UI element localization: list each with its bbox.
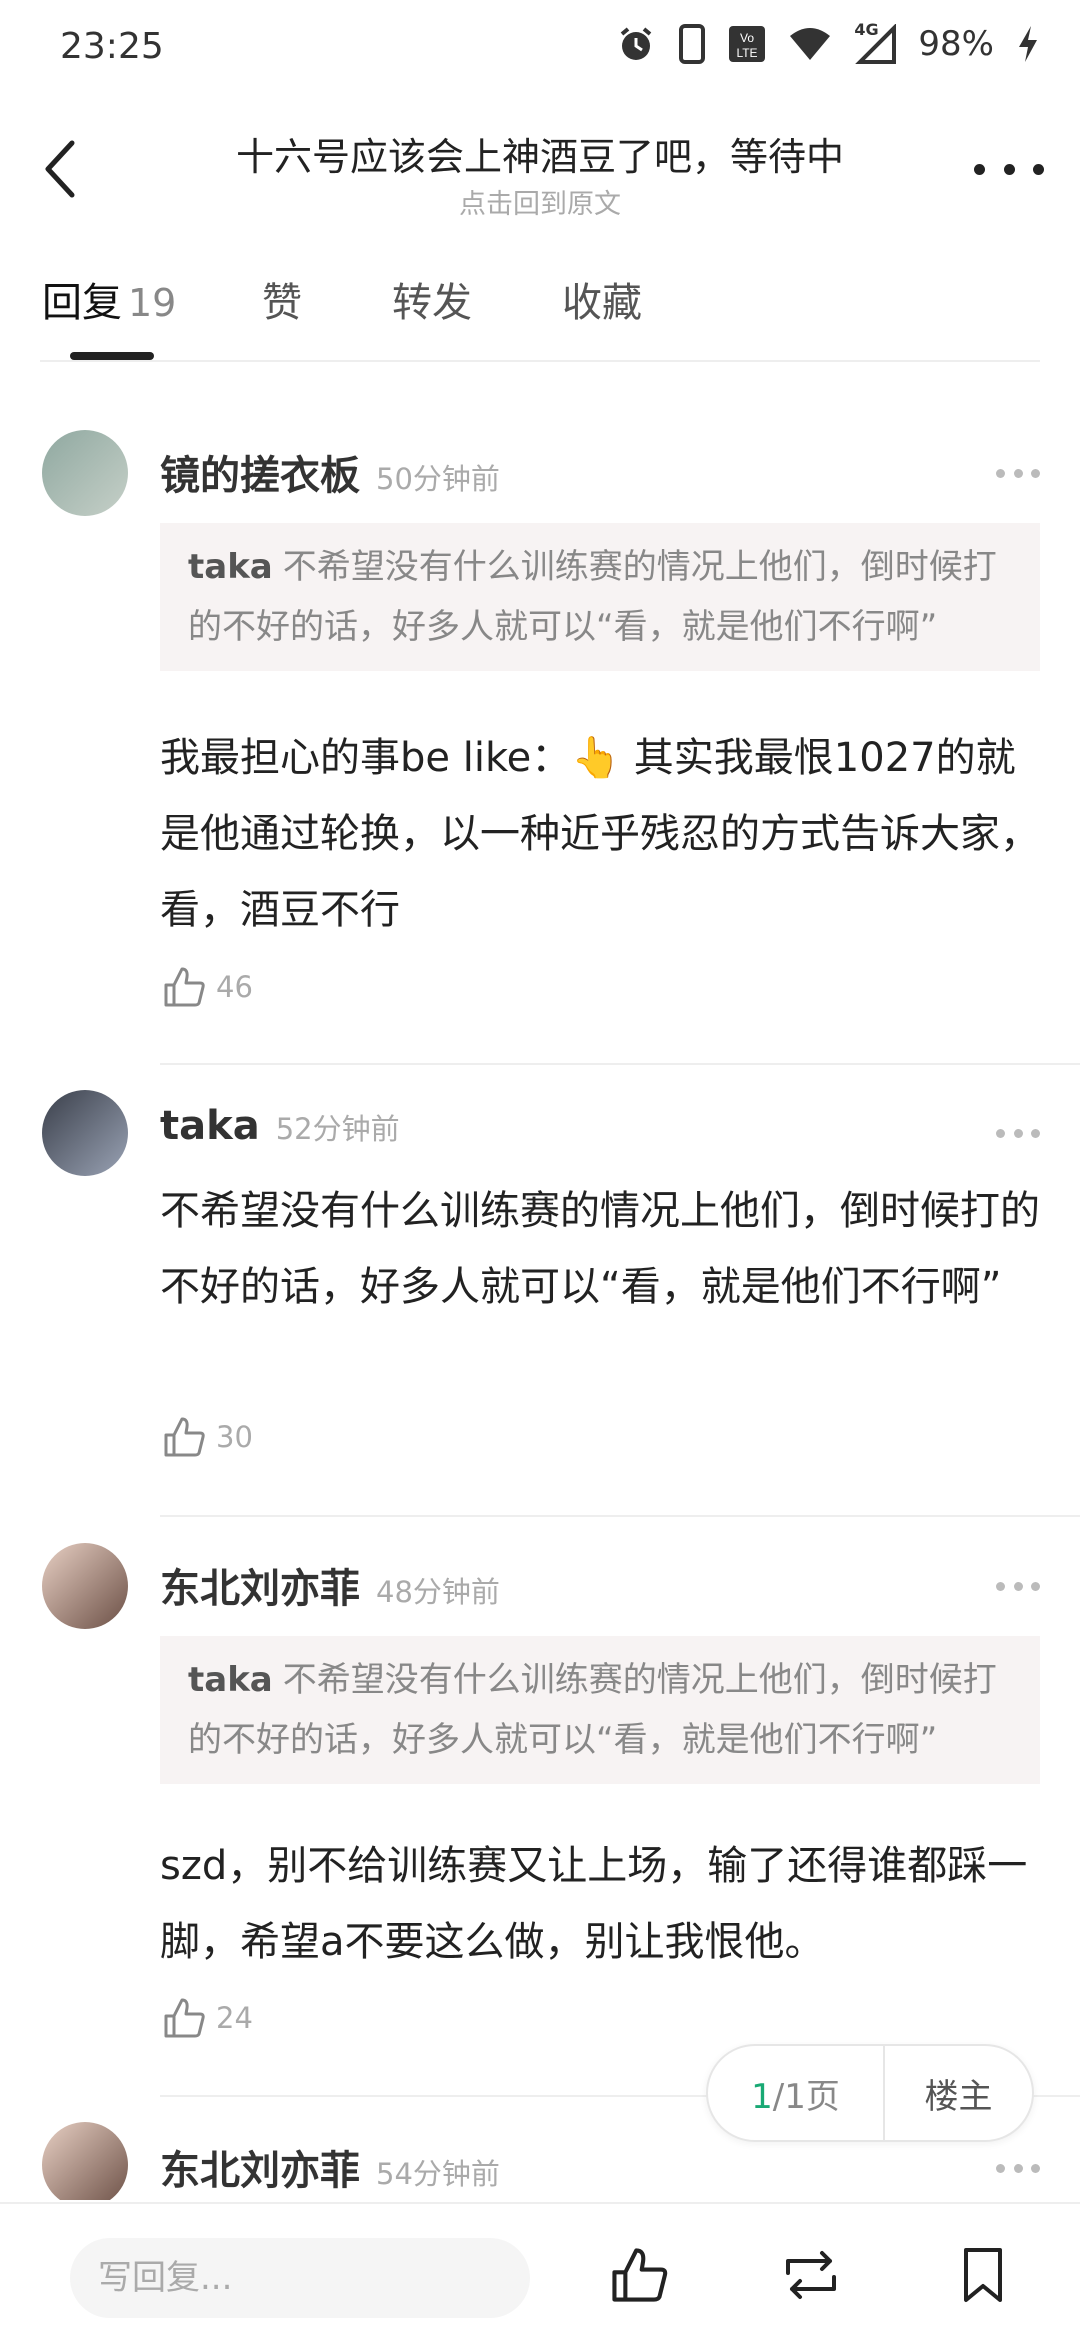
tab-forwards[interactable]: 转发 <box>392 270 472 328</box>
owner-only-button[interactable]: 楼主 <box>885 2069 1032 2118</box>
dot <box>1013 468 1023 478</box>
like-post-button[interactable] <box>604 2240 674 2310</box>
tab-favorites[interactable]: 收藏 <box>562 270 642 328</box>
comment-more-button[interactable] <box>996 1580 1040 1592</box>
dot <box>1013 1128 1023 1138</box>
wifi-icon <box>788 26 832 62</box>
alarm-icon <box>616 24 656 64</box>
page-indicator-button[interactable]: 1/1页 <box>708 2069 883 2118</box>
bookmark-button[interactable] <box>948 2240 1018 2310</box>
dot <box>974 163 985 175</box>
like-count: 24 <box>216 2001 253 2035</box>
avatar[interactable] <box>42 2122 128 2200</box>
comment-text: szd，别不给训练赛又让上场，输了还得谁都踩一脚，希望a不要这么做，别让我恨他。 <box>160 1843 1028 1965</box>
author-name: taka <box>160 1103 260 1149</box>
current-page: 1 <box>751 2076 773 2117</box>
comment-time: 54分钟前 <box>376 2157 500 2191</box>
battery-level: 98% <box>918 24 994 64</box>
like-button[interactable]: 30 <box>162 1415 253 1459</box>
comment-text: 我最担心的事be like：👆 其实我最恨1027的就是他通过轮换，以一种近乎残… <box>160 735 1040 933</box>
tab-bar: 回复 19 赞 转发 收藏 <box>0 262 1080 362</box>
more-options-button[interactable] <box>974 154 1044 184</box>
author-name: 东北刘亦菲 <box>160 2148 360 2194</box>
avatar[interactable] <box>42 430 128 516</box>
charging-icon <box>1016 24 1040 64</box>
dot <box>1031 1581 1040 1591</box>
dot <box>996 1581 1005 1591</box>
back-arrow-icon <box>45 140 75 198</box>
like-count: 46 <box>216 970 253 1004</box>
network-label: 4G <box>854 20 879 39</box>
comment-item: 东北刘亦菲 48分钟前 taka 不希望没有什么训练赛的情况上他们，倒时候打的不好的… <box>0 1538 1080 2038</box>
thumbs-up-icon <box>164 1417 205 1457</box>
comment-item: taka 52分钟前 不希望没有什么训练赛的情况上他们，倒时候打的不好的话，好多人… <box>0 1085 1080 1505</box>
thumbs-up-icon <box>612 2248 668 2302</box>
svg-text:Vo: Vo <box>740 31 754 45</box>
tab-label: 回复 <box>42 280 122 326</box>
comment-more-button[interactable] <box>996 1127 1040 1139</box>
thumbs-up-icon <box>164 967 205 1007</box>
comment-time: 48分钟前 <box>376 1575 500 1609</box>
comment-item: 镜的搓衣板 50分钟前 taka 不希望没有什么训练赛的情况上他们，倒时候打的不好的… <box>0 425 1080 1065</box>
comment-author[interactable]: 东北刘亦菲 48分钟前 <box>160 1556 500 1614</box>
dot <box>1013 2163 1023 2173</box>
volte-icon: Vo LTE <box>728 25 766 63</box>
like-button[interactable]: 46 <box>162 965 253 1009</box>
tab-likes[interactable]: 赞 <box>262 270 302 328</box>
quote-author: taka <box>188 1660 273 1700</box>
dot <box>996 468 1005 478</box>
divider <box>160 1063 1080 1065</box>
page-navigator: 1/1页 楼主 <box>706 2044 1034 2142</box>
dot <box>1003 163 1015 175</box>
header: 十六号应该会上神酒豆了吧，等待中 点击回到原文 <box>0 110 1080 230</box>
back-button[interactable] <box>30 134 90 204</box>
comment-author[interactable]: 东北刘亦菲 54分钟前 <box>160 2138 500 2196</box>
reply-input[interactable]: 写回复... <box>70 2238 530 2318</box>
like-button[interactable]: 24 <box>162 1996 253 2040</box>
bookmark-icon <box>964 2248 1002 2302</box>
divider <box>40 360 1040 362</box>
repost-icon <box>786 2251 836 2299</box>
dot <box>1013 1581 1023 1591</box>
active-tab-indicator <box>70 352 154 360</box>
bottom-action-bar: 写回复... <box>0 2202 1080 2340</box>
dot <box>996 2163 1005 2173</box>
quote-text: 不希望没有什么训练赛的情况上他们，倒时候打的不好的话，好多人就可以“看，就是他们… <box>188 1660 997 1760</box>
author-name: 镜的搓衣板 <box>160 453 360 499</box>
dot <box>996 1128 1005 1138</box>
status-time: 23:25 <box>60 26 164 67</box>
signal-icon: 4G <box>854 20 897 64</box>
like-count: 30 <box>216 1420 253 1454</box>
quote-text: 不希望没有什么训练赛的情况上他们，倒时候打的不好的话，好多人就可以“看，就是他们… <box>188 547 997 647</box>
comment-time: 50分钟前 <box>376 462 500 496</box>
reply-count: 19 <box>128 281 177 325</box>
quote-author: taka <box>188 547 273 587</box>
comment-time: 52分钟前 <box>275 1112 400 1146</box>
dot <box>1031 468 1040 478</box>
dot <box>1033 163 1044 175</box>
divider <box>160 1515 1080 1517</box>
comment-author[interactable]: 镜的搓衣板 50分钟前 <box>160 443 500 501</box>
avatar[interactable] <box>42 1090 128 1176</box>
comment-more-button[interactable] <box>996 467 1040 479</box>
quoted-reply[interactable]: taka 不希望没有什么训练赛的情况上他们，倒时候打的不好的话，好多人就可以“看，… <box>160 1636 1040 1784</box>
dot <box>1031 1128 1040 1138</box>
comment-more-button[interactable] <box>996 2162 1040 2174</box>
tab-replies[interactable]: 回复 19 <box>42 270 176 328</box>
comment-author[interactable]: taka 52分钟前 <box>160 1103 400 1149</box>
page-title: 十六号应该会上神酒豆了吧，等待中 <box>235 135 844 179</box>
thumbs-up-icon <box>164 1998 205 2038</box>
quoted-reply[interactable]: taka 不希望没有什么训练赛的情况上他们，倒时候打的不好的话，好多人就可以“看，… <box>160 523 1040 671</box>
avatar[interactable] <box>42 1543 128 1629</box>
back-to-original-link[interactable]: 点击回到原文 <box>160 182 920 221</box>
total-pages: /1页 <box>772 2076 840 2117</box>
comment-text: 不希望没有什么训练赛的情况上他们，倒时候打的不好的话，好多人就可以“看，就是他们… <box>160 1188 1040 1310</box>
svg-text:LTE: LTE <box>737 46 758 60</box>
status-bar: 23:25 Vo LTE 4G 98% <box>0 0 1080 100</box>
status-icons: Vo LTE 4G 98% <box>616 20 1040 64</box>
author-name: 东北刘亦菲 <box>160 1566 360 1612</box>
phone-icon <box>678 24 706 64</box>
forward-button[interactable] <box>776 2240 846 2310</box>
dot <box>1031 2163 1040 2173</box>
